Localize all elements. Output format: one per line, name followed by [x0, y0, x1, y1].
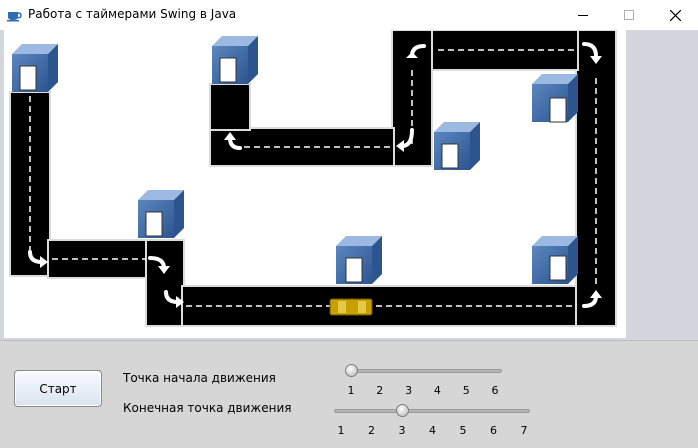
slider-track: [346, 369, 502, 373]
minimize-button[interactable]: [560, 0, 606, 30]
scene-area: [0, 30, 698, 340]
building: [434, 122, 480, 170]
start-button[interactable]: Старт: [14, 370, 102, 407]
road-network: [9, 30, 617, 327]
slider-tick-label: 2: [368, 424, 375, 437]
slider-thumb[interactable]: [395, 404, 409, 417]
slider-tick-label: 3: [405, 384, 413, 397]
road-segment: [145, 239, 185, 327]
building: [138, 190, 184, 238]
slider-tick-label: 1: [347, 384, 355, 397]
building: [212, 36, 258, 84]
slider-tick-label: 6: [491, 384, 499, 397]
window-title: Работа с таймерами Swing в Java: [28, 7, 237, 21]
scene-canvas: [4, 30, 626, 338]
slider-tick-label: 1: [337, 424, 345, 437]
end-point-slider[interactable]: [334, 401, 530, 421]
close-button[interactable]: [652, 0, 698, 30]
control-panel: Старт Точка начала движения Конечная точ…: [0, 340, 698, 448]
slider-track: [334, 409, 530, 413]
java-cup-icon: [7, 12, 22, 22]
road-map: [9, 30, 617, 327]
building: [12, 44, 58, 92]
end-slider-ticks: 1 2 3 4 5 6 7: [337, 424, 528, 438]
minimize-icon: [578, 15, 588, 16]
slider-thumb[interactable]: [344, 364, 358, 377]
close-icon: [669, 9, 681, 21]
slider-tick-label: 6: [490, 424, 497, 437]
building: [336, 236, 382, 284]
slider-tick-label: 4: [433, 384, 441, 397]
building: [532, 74, 578, 123]
start-slider-ticks: 1 2 3 4 5 6: [347, 384, 499, 398]
maximize-icon: [624, 10, 634, 20]
title-bar: Работа с таймерами Swing в Java: [0, 0, 698, 30]
end-point-label: Конечная точка движения: [123, 401, 292, 415]
maximize-button[interactable]: [606, 0, 652, 30]
slider-tick-label: 7: [520, 424, 528, 437]
slider-tick-label: 5: [459, 424, 467, 437]
slider-tick-label: 5: [462, 384, 470, 397]
car: [329, 298, 373, 316]
slider-tick-label: 4: [429, 424, 436, 437]
road-segment: [209, 83, 251, 131]
slider-tick-label: 3: [398, 424, 406, 437]
building: [532, 236, 578, 284]
start-point-slider[interactable]: [344, 361, 502, 381]
slider-tick-label: 2: [376, 384, 384, 397]
start-point-label: Точка начала движения: [123, 371, 276, 385]
